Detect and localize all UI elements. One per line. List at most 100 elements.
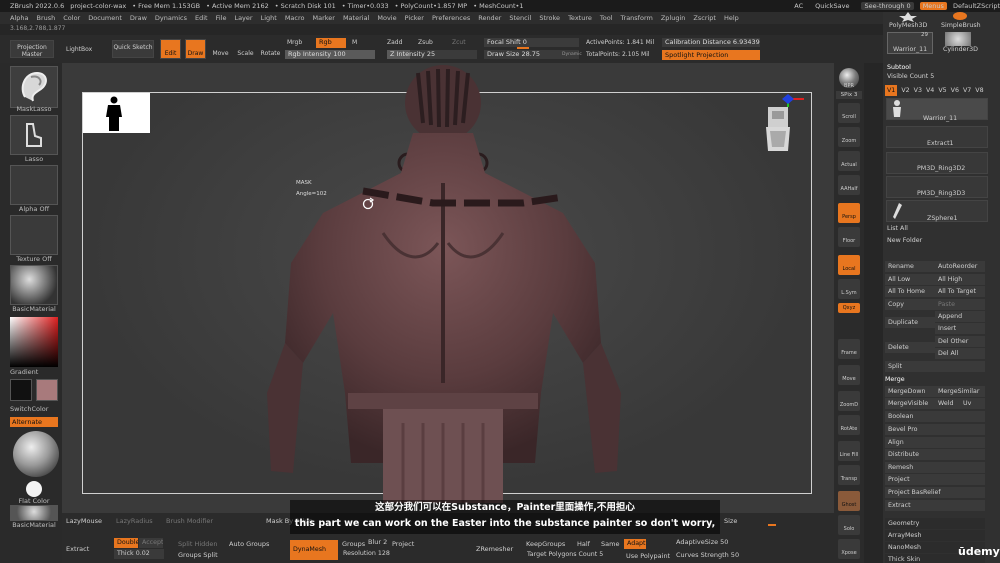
del-other-button[interactable]: Del Other — [935, 336, 985, 347]
mrgb-button[interactable]: Mrgb — [287, 39, 302, 46]
boolean-button[interactable]: Boolean — [885, 411, 985, 422]
version-v4[interactable]: V4 — [926, 85, 934, 96]
frame-button[interactable]: Frame — [838, 339, 860, 359]
insert-button[interactable]: Insert — [935, 323, 985, 334]
arraymesh-header[interactable]: ArrayMesh — [885, 530, 985, 541]
color-picker[interactable] — [10, 317, 58, 367]
menu-material[interactable]: Material — [343, 14, 369, 22]
version-v6[interactable]: V6 — [951, 85, 959, 96]
menu-texture[interactable]: Texture — [568, 14, 592, 22]
alternate-button[interactable]: Alternate — [10, 417, 58, 427]
viewport-canvas[interactable]: MASK Angle=102 — [62, 63, 834, 513]
zoom-button[interactable]: Zoom — [838, 127, 860, 147]
menu-light[interactable]: Light — [261, 14, 277, 22]
rotate-button[interactable]: Rotate — [260, 50, 281, 57]
qxyz-button[interactable]: Qxyz — [838, 303, 860, 313]
append-button[interactable]: Append — [935, 311, 985, 322]
primary-color-swatch[interactable] — [10, 379, 32, 401]
use-polypaint-toggle[interactable]: Use Polypaint — [626, 552, 670, 560]
merge-down-button[interactable]: MergeDown — [885, 386, 935, 397]
auto-reorder-button[interactable]: AutoReorder — [935, 261, 985, 272]
simplebrush-tool[interactable]: SimpleBrush — [941, 20, 981, 31]
delete-button[interactable]: Delete — [885, 342, 935, 353]
project-basrelief-button[interactable]: Project BasRelief — [885, 487, 985, 498]
menu-macro[interactable]: Macro — [285, 14, 305, 22]
z-intensity-slider[interactable]: Z Intensity 25 — [387, 50, 477, 59]
actual-button[interactable]: Actual — [838, 151, 860, 171]
aahalf-button[interactable]: AAHalf — [838, 175, 860, 195]
default-zscript-button[interactable]: DefaultZScript — [953, 2, 1000, 10]
calibration-distance-slider[interactable]: Calibration Distance 6.93439 — [662, 38, 760, 47]
menu-stencil[interactable]: Stencil — [509, 14, 531, 22]
bevel-pro-button[interactable]: Bevel Pro — [885, 424, 985, 435]
align-button[interactable]: Align — [885, 437, 985, 448]
thick-slider[interactable]: Thick 0.02 — [114, 549, 164, 559]
menu-movie[interactable]: Movie — [377, 14, 396, 22]
zremesher-button[interactable]: ZRemesher — [476, 545, 513, 553]
material-selector[interactable] — [10, 265, 58, 305]
rgb-intensity-slider[interactable]: Rgb Intensity 100 — [285, 50, 375, 59]
zsub-button[interactable]: Zsub — [418, 39, 433, 46]
paste-button[interactable]: Paste — [935, 299, 985, 310]
alpha-selector[interactable] — [10, 165, 58, 205]
geometry-header[interactable]: Geometry — [885, 518, 985, 529]
list-all-button[interactable]: List All — [887, 223, 908, 234]
menu-preferences[interactable]: Preferences — [432, 14, 470, 22]
menu-tool[interactable]: Tool — [600, 14, 613, 22]
move-view-button[interactable]: Move — [838, 365, 860, 385]
switch-color-button[interactable]: SwitchColor — [10, 405, 58, 413]
flat-color-sphere[interactable] — [13, 431, 59, 477]
version-v8[interactable]: V8 — [975, 85, 983, 96]
navigation-cube-icon[interactable] — [758, 93, 808, 159]
zoom3d-button[interactable]: ZoomD — [838, 391, 860, 411]
same-button[interactable]: Same — [601, 540, 619, 548]
adaptive-size-slider[interactable]: AdaptiveSize 50 — [676, 538, 728, 546]
duplicate-button[interactable]: Duplicate — [885, 317, 935, 328]
spix-slider[interactable]: SPix 3 — [836, 91, 862, 99]
menu-zscript[interactable]: Zscript — [693, 14, 716, 22]
ghost-button[interactable]: Ghost — [838, 491, 860, 511]
floor-button[interactable]: Floor — [838, 227, 860, 247]
menu-edit[interactable]: Edit — [195, 14, 208, 22]
brush-selector[interactable] — [10, 66, 58, 108]
version-v7[interactable]: V7 — [963, 85, 971, 96]
split-hidden-button[interactable]: Split Hidden — [178, 540, 218, 548]
flat-color-swatch[interactable] — [26, 481, 42, 497]
extract-panel-button[interactable]: Extract — [885, 500, 985, 511]
m-button[interactable]: M — [352, 39, 357, 46]
split-button[interactable]: Split — [885, 361, 985, 372]
scroll-button[interactable]: Scroll — [838, 103, 860, 123]
target-polygons-slider[interactable]: Target Polygons Count 5 — [524, 550, 614, 560]
dynamic-toggle[interactable]: Dynamic — [562, 52, 582, 57]
blur-slider[interactable]: Blur 2 — [368, 538, 387, 546]
adapt-toggle[interactable]: Adapt — [624, 539, 646, 549]
transp-button[interactable]: Transp — [838, 465, 860, 485]
copy-button[interactable]: Copy — [885, 299, 935, 310]
see-through-slider[interactable]: See-through 0 — [861, 2, 914, 10]
focal-shift-slider[interactable]: Focal Shift 0 — [484, 38, 579, 47]
rgb-button[interactable]: Rgb — [316, 38, 346, 48]
lsym-button[interactable]: L.Sym — [838, 279, 860, 299]
uv-toggle[interactable]: Uv — [960, 398, 985, 409]
half-button[interactable]: Half — [577, 540, 590, 548]
scale-button[interactable]: Scale — [235, 50, 256, 57]
texture-selector[interactable] — [10, 215, 58, 255]
xpose-button[interactable]: Xpose — [838, 539, 860, 559]
visible-count[interactable]: Visible Count 5 — [887, 71, 934, 82]
warrior-model[interactable] — [223, 63, 663, 503]
spotlight-projection-button[interactable]: Spotlight Projection — [662, 50, 760, 60]
resolution-slider[interactable]: Resolution 128 — [340, 549, 410, 559]
lazymouse-toggle[interactable]: LazyMouse — [66, 517, 102, 525]
weld-toggle[interactable]: Weld — [935, 398, 960, 409]
menu-brush[interactable]: Brush — [36, 14, 55, 22]
menu-color[interactable]: Color — [63, 14, 80, 22]
persp-button[interactable]: Persp — [838, 203, 860, 223]
version-v1[interactable]: V1 — [885, 85, 898, 96]
extract-button[interactable]: Extract — [66, 545, 89, 553]
menu-dynamics[interactable]: Dynamics — [155, 14, 187, 22]
line-fill-button[interactable]: Line Fill — [838, 441, 860, 461]
all-low-button[interactable]: All Low — [885, 274, 935, 285]
double-toggle[interactable]: Double — [114, 538, 138, 548]
all-to-target-button[interactable]: All To Target — [935, 286, 985, 297]
new-folder-button[interactable]: New Folder — [887, 235, 922, 246]
